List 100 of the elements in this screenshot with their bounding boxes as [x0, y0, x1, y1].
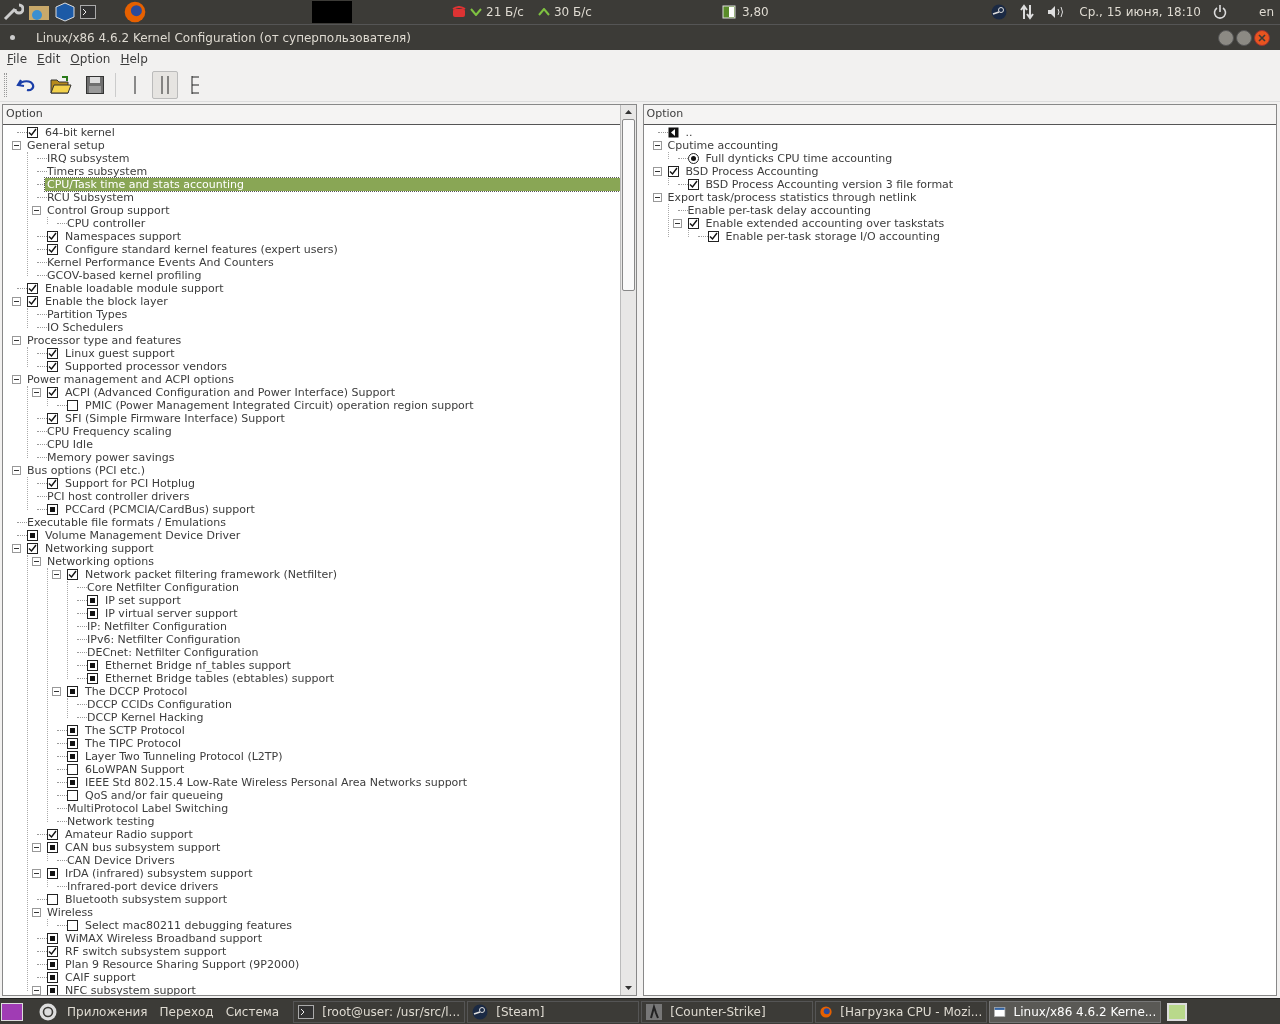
checkbox[interactable] [87, 660, 98, 671]
collapse-toggle[interactable] [12, 375, 21, 384]
tree-item[interactable]: PCI host controller drivers [45, 490, 192, 503]
checkbox[interactable] [47, 478, 58, 489]
clock[interactable]: Ср., 15 июня, 18:10 [1079, 3, 1201, 21]
tree-item[interactable]: Volume Management Device Driver [43, 529, 243, 542]
tree-item[interactable]: The TIPC Protocol [83, 737, 184, 750]
tree-item[interactable]: Memory power savings [45, 451, 177, 464]
checkbox[interactable] [87, 673, 98, 684]
checkbox[interactable] [47, 244, 58, 255]
radio-button[interactable] [687, 153, 699, 164]
tree-item[interactable]: Bluetooth subsystem support [63, 893, 230, 906]
tree-item[interactable]: CPU controller [65, 217, 148, 230]
tree-item[interactable]: .. [683, 126, 695, 139]
scroll-down-icon[interactable] [624, 986, 632, 990]
task-button[interactable]: [Steam] [467, 1000, 640, 1023]
tree-item[interactable]: Support for PCI Hotplug [63, 477, 197, 490]
checkbox[interactable] [47, 894, 58, 905]
tree-item[interactable]: Enable loadable module support [43, 282, 226, 295]
checkbox[interactable] [687, 179, 699, 190]
checkbox[interactable] [67, 738, 78, 749]
panel-menu[interactable]: Приложения [65, 1002, 150, 1021]
task-button[interactable]: Linux/x86 4.6.2 Kerne... [989, 1000, 1162, 1023]
scrollbar[interactable] [619, 105, 636, 995]
tree-item[interactable]: Core Netfilter Configuration [85, 581, 241, 594]
checkbox[interactable] [27, 127, 38, 138]
tree-item[interactable]: Export task/process statistics through netlink [665, 191, 919, 204]
tree-item[interactable]: Networking support [43, 542, 156, 555]
tree-item[interactable]: DCCP CCIDs Configuration [85, 698, 234, 711]
checkbox[interactable] [47, 829, 58, 840]
tree-item[interactable]: IRQ subsystem [45, 152, 132, 165]
maximize-button[interactable] [1236, 29, 1252, 46]
tree-item[interactable]: Enable extended accounting over taskstats [703, 217, 947, 230]
collapse-toggle[interactable] [32, 388, 41, 397]
tree-item[interactable]: 64-bit kernel [43, 126, 117, 139]
collapse-toggle[interactable] [672, 219, 682, 228]
checkbox[interactable] [27, 283, 38, 294]
tree-item[interactable]: RCU Subsystem [45, 191, 137, 204]
panel-menu[interactable]: Система [223, 1002, 282, 1021]
tree-item[interactable]: Network packet filtering framework (Netfilter) [83, 568, 340, 581]
collapse-toggle[interactable] [652, 193, 662, 202]
tree-item[interactable]: Ethernet Bridge nf_tables support [103, 659, 293, 672]
tree-item[interactable]: CPU Idle [45, 438, 95, 451]
checkbox[interactable] [27, 543, 38, 554]
tree-item[interactable]: CPU Frequency scaling [45, 425, 174, 438]
tree-item[interactable]: Enable per-task storage I/O accounting [723, 230, 942, 243]
menu-item[interactable]: Edit [34, 50, 64, 68]
menu-item[interactable]: Option [67, 50, 114, 68]
firefox-icon[interactable] [124, 1, 146, 23]
tree-item[interactable]: IEEE Std 802.15.4 Low-Rate Wireless Personal Area Networks support [83, 776, 470, 789]
tree-item[interactable]: DECnet: Netfilter Configuration [85, 646, 261, 659]
tree-item[interactable]: IP set support [103, 594, 183, 607]
tree-item[interactable]: Supported processor vendors [63, 360, 229, 373]
checkbox[interactable] [47, 985, 58, 995]
tree-item[interactable]: CAIF support [63, 971, 138, 984]
checkbox[interactable] [47, 348, 58, 359]
tree-item[interactable]: DCCP Kernel Hacking [85, 711, 206, 724]
checkbox[interactable] [47, 231, 58, 242]
tree-item[interactable]: Control Group support [45, 204, 172, 217]
tree-item[interactable]: Kernel Performance Events And Counters [45, 256, 276, 269]
tree-item[interactable]: Network testing [65, 815, 157, 828]
tree-item[interactable]: Bus options (PCI etc.) [25, 464, 148, 477]
checkbox[interactable] [67, 400, 78, 411]
tree-item[interactable]: SFI (Simple Firmware Interface) Support [63, 412, 287, 425]
collapse-toggle[interactable] [32, 557, 41, 566]
collapse-toggle[interactable] [12, 466, 21, 475]
task-button[interactable]: [Counter-Strike] [641, 1000, 814, 1023]
checkbox[interactable] [67, 725, 78, 736]
checkbox[interactable] [67, 686, 78, 697]
checkbox[interactable] [87, 595, 98, 606]
checkbox[interactable] [67, 764, 78, 775]
tree-item[interactable]: The SCTP Protocol [83, 724, 187, 737]
menu-item[interactable]: Help [117, 50, 151, 68]
checkbox[interactable] [47, 842, 58, 853]
tree-item[interactable]: CAN Device Drivers [65, 854, 177, 867]
tree-item[interactable]: PCCard (PCMCIA/CardBus) support [63, 503, 257, 516]
collapse-toggle[interactable] [12, 544, 21, 553]
wrench-icon[interactable] [2, 2, 24, 22]
panel-menu[interactable]: Переход [157, 1002, 216, 1021]
network-arrows-icon[interactable] [1019, 4, 1036, 20]
scroll-thumb[interactable] [621, 119, 635, 291]
checkbox[interactable] [707, 231, 719, 242]
checkbox[interactable] [47, 946, 58, 957]
tree-item[interactable]: Linux guest support [63, 347, 177, 360]
checkbox[interactable] [47, 972, 58, 983]
power-icon[interactable] [1213, 5, 1227, 19]
tree-item[interactable]: Configure standard kernel features (expert users) [63, 243, 340, 256]
tree-item[interactable]: Plan 9 Resource Sharing Support (9P2000) [63, 958, 302, 971]
column-header[interactable]: Option [3, 105, 620, 125]
checkbox[interactable] [667, 166, 679, 177]
tree-item[interactable]: IP virtual server support [103, 607, 240, 620]
tree-item[interactable]: WiMAX Wireless Broadband support [63, 932, 264, 945]
tree-item[interactable]: Ethernet Bridge tables (ebtables) support [103, 672, 336, 685]
close-button[interactable] [1254, 29, 1270, 46]
tree-item[interactable]: QoS and/or fair queueing [83, 789, 226, 802]
collapse-toggle[interactable] [32, 843, 41, 852]
tree-item[interactable]: Enable per-task delay accounting [685, 204, 874, 217]
task-button[interactable]: [Нагрузка CPU - Mozi... [815, 1000, 988, 1023]
checkbox[interactable] [67, 569, 78, 580]
tree-item[interactable]: 6LoWPAN Support [83, 763, 187, 776]
